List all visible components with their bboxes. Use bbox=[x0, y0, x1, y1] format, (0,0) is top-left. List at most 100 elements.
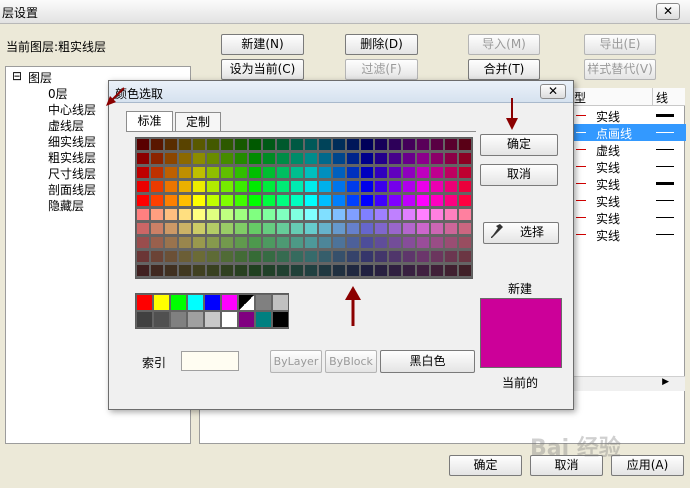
color-cell[interactable] bbox=[137, 167, 149, 178]
color-cell[interactable] bbox=[165, 251, 177, 262]
color-cell[interactable] bbox=[291, 251, 303, 262]
color-cell[interactable] bbox=[207, 139, 219, 150]
color-cell[interactable] bbox=[361, 209, 373, 220]
color-cell[interactable] bbox=[375, 251, 387, 262]
table-row[interactable]: 实线 bbox=[570, 209, 686, 226]
color-cell[interactable] bbox=[417, 251, 429, 262]
color-cell[interactable] bbox=[263, 153, 275, 164]
color-cell[interactable] bbox=[165, 237, 177, 248]
color-cell[interactable] bbox=[137, 139, 149, 150]
color-cell[interactable] bbox=[375, 181, 387, 192]
color-cell[interactable] bbox=[361, 195, 373, 206]
color-cell[interactable] bbox=[277, 167, 289, 178]
color-cell[interactable] bbox=[375, 237, 387, 248]
table-row[interactable]: 实线 bbox=[570, 175, 686, 192]
color-cell[interactable] bbox=[361, 251, 373, 262]
color-cell[interactable] bbox=[207, 265, 219, 276]
color-cell[interactable] bbox=[179, 223, 191, 234]
dialog-close-icon[interactable]: ✕ bbox=[540, 84, 566, 99]
color-cell[interactable] bbox=[207, 209, 219, 220]
close-icon[interactable]: ✕ bbox=[656, 3, 680, 20]
color-cell[interactable] bbox=[235, 181, 247, 192]
color-cell[interactable] bbox=[431, 223, 443, 234]
color-cell[interactable] bbox=[235, 237, 247, 248]
color-cell[interactable] bbox=[305, 251, 317, 262]
color-cell[interactable] bbox=[263, 265, 275, 276]
color-cell[interactable] bbox=[235, 223, 247, 234]
color-cell[interactable] bbox=[137, 223, 149, 234]
color-cell[interactable] bbox=[291, 237, 303, 248]
color-cell[interactable] bbox=[445, 153, 457, 164]
color-cell[interactable] bbox=[361, 167, 373, 178]
bylayer-button[interactable]: ByLayer bbox=[270, 350, 322, 373]
color-cell[interactable] bbox=[305, 181, 317, 192]
color-cell[interactable] bbox=[249, 237, 261, 248]
color-cell[interactable] bbox=[459, 251, 471, 262]
color-cell[interactable] bbox=[179, 153, 191, 164]
color-cell[interactable] bbox=[193, 209, 205, 220]
color-cell[interactable] bbox=[207, 251, 219, 262]
color-cell[interactable] bbox=[193, 195, 205, 206]
color-cell[interactable] bbox=[333, 237, 345, 248]
color-cell[interactable] bbox=[165, 265, 177, 276]
color-cell[interactable] bbox=[347, 237, 359, 248]
color-cell[interactable] bbox=[235, 251, 247, 262]
color-cell[interactable] bbox=[459, 167, 471, 178]
color-cell[interactable] bbox=[431, 195, 443, 206]
color-cell[interactable] bbox=[151, 265, 163, 276]
standard-color-cell[interactable] bbox=[273, 295, 288, 310]
tree-item-layer[interactable]: 尺寸线层 bbox=[48, 165, 96, 182]
color-cell[interactable] bbox=[361, 237, 373, 248]
color-cell[interactable] bbox=[137, 251, 149, 262]
color-cell[interactable] bbox=[305, 223, 317, 234]
color-cell[interactable] bbox=[277, 153, 289, 164]
color-cell[interactable] bbox=[375, 209, 387, 220]
color-cell[interactable] bbox=[221, 139, 233, 150]
color-cell[interactable] bbox=[347, 209, 359, 220]
color-cell[interactable] bbox=[151, 167, 163, 178]
color-cell[interactable] bbox=[403, 139, 415, 150]
tree-item-layer[interactable]: 虚线层 bbox=[48, 117, 84, 134]
color-cell[interactable] bbox=[291, 265, 303, 276]
color-cell[interactable] bbox=[431, 251, 443, 262]
color-cell[interactable] bbox=[207, 237, 219, 248]
tree-item-layer[interactable]: 0层 bbox=[48, 85, 68, 102]
color-cell[interactable] bbox=[277, 139, 289, 150]
color-cell[interactable] bbox=[193, 167, 205, 178]
color-cell[interactable] bbox=[151, 223, 163, 234]
standard-color-cell[interactable] bbox=[205, 295, 220, 310]
color-cell[interactable] bbox=[249, 195, 261, 206]
standard-color-cell[interactable] bbox=[222, 295, 237, 310]
color-cell[interactable] bbox=[403, 195, 415, 206]
color-cell[interactable] bbox=[151, 139, 163, 150]
color-cell[interactable] bbox=[207, 181, 219, 192]
color-cell[interactable] bbox=[389, 139, 401, 150]
color-cell[interactable] bbox=[361, 153, 373, 164]
standard-color-cell[interactable] bbox=[205, 312, 220, 327]
color-cell[interactable] bbox=[417, 181, 429, 192]
color-cell[interactable] bbox=[277, 195, 289, 206]
color-cell[interactable] bbox=[179, 237, 191, 248]
color-cell[interactable] bbox=[319, 223, 331, 234]
color-cell[interactable] bbox=[445, 195, 457, 206]
color-cell[interactable] bbox=[165, 223, 177, 234]
color-cell[interactable] bbox=[263, 223, 275, 234]
tree-item-layer[interactable]: 粗实线层 bbox=[48, 149, 96, 166]
color-cell[interactable] bbox=[277, 181, 289, 192]
color-cell[interactable] bbox=[305, 153, 317, 164]
color-cell[interactable] bbox=[221, 195, 233, 206]
color-cell[interactable] bbox=[165, 195, 177, 206]
table-row[interactable]: 实线 bbox=[570, 107, 686, 124]
color-cell[interactable] bbox=[431, 265, 443, 276]
color-cell[interactable] bbox=[221, 223, 233, 234]
color-cell[interactable] bbox=[165, 167, 177, 178]
color-cell[interactable] bbox=[193, 251, 205, 262]
color-cell[interactable] bbox=[193, 153, 205, 164]
color-cell[interactable] bbox=[361, 139, 373, 150]
color-cell[interactable] bbox=[263, 167, 275, 178]
color-cell[interactable] bbox=[235, 195, 247, 206]
filter-button[interactable]: 过滤(F) bbox=[345, 59, 418, 80]
color-cell[interactable] bbox=[347, 139, 359, 150]
color-cell[interactable] bbox=[277, 265, 289, 276]
color-cell[interactable] bbox=[417, 237, 429, 248]
